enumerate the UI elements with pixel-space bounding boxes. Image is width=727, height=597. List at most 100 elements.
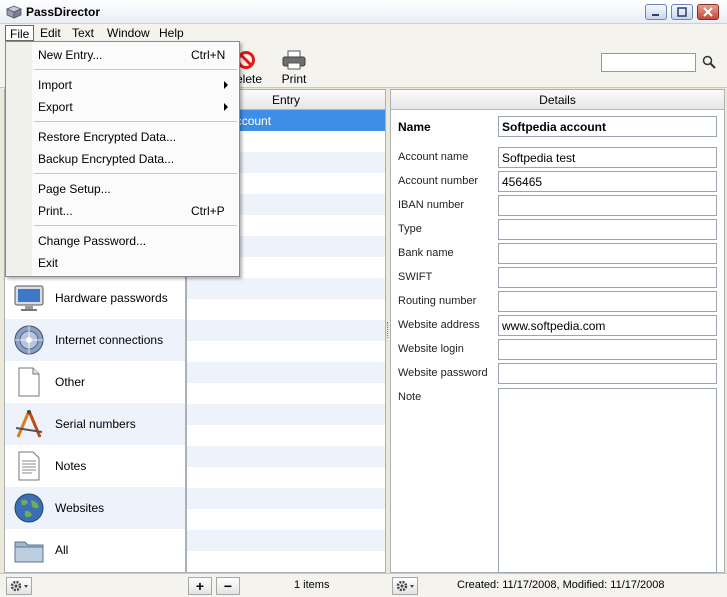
empty-row [187, 425, 385, 446]
category-all[interactable]: All [5, 529, 185, 571]
name-field[interactable]: Softpedia account [498, 116, 717, 137]
menu-text[interactable]: Text [68, 25, 98, 41]
empty-row [187, 488, 385, 509]
menu-item-import[interactable]: Import [6, 74, 239, 96]
iban-number-field[interactable] [498, 195, 717, 216]
gear-icon [10, 580, 28, 592]
splitter-grip[interactable] [387, 322, 389, 338]
entry-bottom-bar: + − 1 items [186, 573, 390, 597]
minimize-button[interactable] [645, 4, 667, 20]
category-gear-button[interactable] [6, 577, 32, 595]
category-label: Other [55, 375, 86, 389]
close-icon [703, 7, 713, 17]
maximize-icon [677, 7, 687, 17]
menu-item-print[interactable]: Print... Ctrl+P [6, 200, 239, 222]
left-bottom-bar [0, 573, 186, 597]
entry-count: 1 items [294, 579, 330, 591]
menu-item-label: Change Password... [38, 234, 147, 248]
empty-row [187, 467, 385, 488]
empty-row [187, 404, 385, 425]
menu-shortcut: Ctrl+N [191, 48, 226, 62]
menu-item-backup[interactable]: Backup Encrypted Data... [6, 148, 239, 170]
menu-item-label: Page Setup... [38, 182, 111, 196]
details-bottom-bar: Created: 11/17/2008, Modified: 11/17/200… [390, 573, 727, 597]
swift-field[interactable] [498, 267, 717, 288]
field-label: Type [398, 223, 422, 235]
category-serial-numbers[interactable]: Serial numbers [5, 403, 185, 445]
field-label: Website login [398, 343, 464, 355]
category-label: Websites [55, 501, 105, 515]
menu-item-new-entry[interactable]: New Entry... Ctrl+N [6, 44, 239, 66]
category-notes[interactable]: Notes [5, 445, 185, 487]
folder-icon [14, 541, 44, 563]
compass-ruler-icon [15, 410, 43, 438]
app-logo-icon [6, 5, 22, 19]
menu-item-label: Restore Encrypted Data... [38, 130, 177, 144]
add-entry-button[interactable]: + [188, 577, 212, 595]
field-label: Bank name [398, 247, 454, 259]
website-address-field[interactable]: www.softpedia.com [498, 315, 717, 336]
category-internet-connections[interactable]: Internet connections [5, 319, 185, 361]
menu-help[interactable]: Help [155, 25, 188, 41]
field-label: Website address [398, 319, 480, 331]
category-other[interactable]: Other [5, 361, 185, 403]
category-hardware-passwords[interactable]: Hardware passwords [5, 277, 185, 319]
search-input[interactable] [601, 53, 696, 72]
empty-row [187, 362, 385, 383]
details-gear-button[interactable] [392, 577, 418, 595]
menu-window[interactable]: Window [103, 25, 154, 41]
menu-item-label: Backup Encrypted Data... [38, 152, 175, 166]
close-button[interactable] [697, 4, 719, 20]
category-websites[interactable]: Websites [5, 487, 185, 529]
account-name-field[interactable]: Softpedia test [498, 147, 717, 168]
monitor-icon [14, 285, 44, 311]
empty-row [187, 383, 385, 404]
bank-name-field[interactable] [498, 243, 717, 264]
notes-icon [18, 451, 40, 481]
account-number-field[interactable]: 456465 [498, 171, 717, 192]
menu-item-export[interactable]: Export [6, 96, 239, 118]
created-modified-status: Created: 11/17/2008, Modified: 11/17/200… [457, 579, 665, 591]
type-field[interactable] [498, 219, 717, 240]
category-label: Hardware passwords [55, 291, 168, 305]
empty-row [187, 509, 385, 530]
website-password-field[interactable] [498, 363, 717, 384]
search-icon[interactable] [702, 55, 716, 69]
submenu-arrow-icon [224, 103, 228, 111]
menu-file[interactable]: File [5, 25, 35, 41]
details-panel: Details Name Softpedia account Account n… [390, 89, 725, 573]
menu-item-label: Exit [38, 256, 59, 270]
file-menu-dropdown: New Entry... Ctrl+N Import Export Restor… [5, 41, 240, 277]
submenu-arrow-icon [224, 81, 228, 89]
category-label: All [55, 543, 69, 557]
globe-icon [14, 493, 44, 523]
menu-item-page-setup[interactable]: Page Setup... [6, 178, 239, 200]
menu-item-label: Import [38, 78, 73, 92]
field-label: Routing number [398, 295, 477, 307]
print-button[interactable]: Print [276, 48, 312, 88]
gear-icon [396, 580, 414, 592]
empty-row [187, 299, 385, 320]
menu-item-exit[interactable]: Exit [6, 252, 239, 274]
routing-number-field[interactable] [498, 291, 717, 312]
empty-row [187, 320, 385, 341]
maximize-button[interactable] [671, 4, 693, 20]
note-textarea[interactable] [498, 388, 717, 573]
empty-row [187, 278, 385, 299]
menu-item-label: Print... [38, 204, 73, 218]
details-header: Details [391, 90, 724, 110]
menu-edit[interactable]: Edit [36, 25, 65, 41]
empty-row [187, 530, 385, 551]
menu-item-restore[interactable]: Restore Encrypted Data... [6, 126, 239, 148]
printer-icon [282, 50, 306, 70]
website-login-field[interactable] [498, 339, 717, 360]
category-label: Notes [55, 459, 87, 473]
field-label: SWIFT [398, 271, 433, 283]
remove-entry-button[interactable]: − [216, 577, 240, 595]
menu-item-change-password[interactable]: Change Password... [6, 230, 239, 252]
menu-separator [34, 225, 237, 226]
field-label: Website password [398, 367, 488, 379]
print-label: Print [281, 72, 307, 86]
empty-row [187, 341, 385, 362]
menu-separator [34, 69, 237, 70]
